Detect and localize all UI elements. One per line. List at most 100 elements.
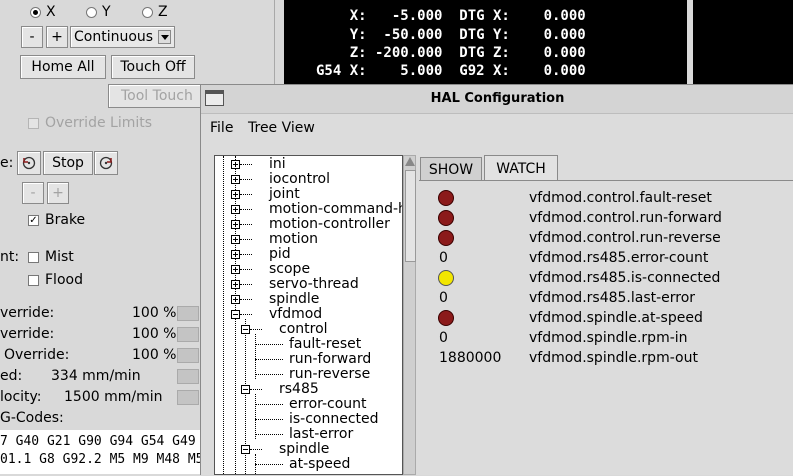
expand-icon[interactable]: [231, 175, 240, 184]
watch-row: vfdmod.control.run-reverse: [419, 228, 793, 248]
override-limits-checkbox[interactable]: Override Limits: [28, 115, 152, 131]
tree-node[interactable]: error-count: [289, 397, 367, 412]
tree-connector: [240, 269, 252, 270]
hal-tree[interactable]: ini iocontrol joint motion-command-ha mo…: [214, 155, 403, 475]
jog-speed-slider[interactable]: [177, 369, 199, 384]
feed-override-label: verride:: [0, 305, 55, 321]
tree-node[interactable]: scope: [269, 262, 310, 277]
tool-touch-button[interactable]: Tool Touch: [108, 84, 208, 108]
spindle-stop-button[interactable]: Stop: [43, 151, 93, 175]
expand-icon[interactable]: [231, 160, 240, 169]
tree-connector: [255, 394, 256, 439]
tree-node[interactable]: motion-command-ha: [269, 202, 402, 217]
tree-node[interactable]: spindle: [279, 442, 329, 457]
gcodes-label: G-Codes:: [0, 410, 64, 426]
jog-plus-button[interactable]: +: [46, 26, 68, 48]
expand-icon[interactable]: [231, 235, 240, 244]
tree-node[interactable]: motion: [269, 232, 318, 247]
tree-node[interactable]: control: [279, 322, 328, 337]
scroll-up-icon[interactable]: [405, 157, 415, 166]
jog-speed-label: ed:: [0, 368, 23, 384]
tree-connector: [250, 389, 262, 390]
dro-line-y: Y: -50.000 DTG Y: 0.000: [316, 27, 586, 43]
home-all-button[interactable]: Home All: [20, 55, 106, 79]
tree-node[interactable]: run-forward: [289, 352, 371, 367]
menu-file[interactable]: File: [210, 120, 233, 136]
feed-override-value: 100 %: [132, 305, 177, 321]
expand-icon[interactable]: [231, 190, 240, 199]
touch-off-button[interactable]: Touch Off: [111, 55, 195, 79]
feed-override-slider[interactable]: [177, 306, 199, 321]
tree-node[interactable]: rs485: [279, 382, 319, 397]
max-velocity-slider[interactable]: [177, 390, 199, 405]
rapid-override-label: verride:: [0, 326, 55, 342]
spindle-forward-button[interactable]: [94, 151, 118, 175]
tree-connector: [255, 434, 283, 435]
menu-tree-view[interactable]: Tree View: [248, 120, 315, 136]
jog-increment-select[interactable]: Continuous: [70, 26, 175, 48]
mist-checkbox[interactable]: Mist: [28, 249, 74, 265]
tree-node[interactable]: spindle: [269, 292, 319, 307]
spindle-faster-button[interactable]: +: [47, 182, 69, 204]
tree-connector: [240, 164, 252, 165]
watch-pin-name: vfdmod.spindle.rpm-in: [529, 330, 688, 346]
tab-show[interactable]: SHOW: [420, 157, 482, 181]
axis-radio-x[interactable]: X: [30, 4, 56, 20]
tree-node[interactable]: fault-reset: [289, 337, 361, 352]
tree-node[interactable]: motion-controller: [269, 217, 390, 232]
expand-icon[interactable]: [231, 250, 240, 259]
tree-node[interactable]: at-speed: [289, 457, 350, 472]
scrollbar-thumb[interactable]: [405, 170, 416, 262]
watch-pin-name: vfdmod.spindle.at-speed: [529, 310, 703, 326]
tree-connector: [255, 334, 256, 379]
tree-node[interactable]: is-connected: [289, 412, 379, 427]
watch-pin-name: vfdmod.control.run-reverse: [529, 230, 721, 246]
collapse-icon[interactable]: [241, 385, 250, 394]
window-titlebar[interactable]: HAL Configuration: [201, 85, 793, 114]
axis-radio-z[interactable]: Z: [142, 4, 168, 20]
tab-watch[interactable]: WATCH: [484, 155, 558, 181]
tree-node[interactable]: run-reverse: [289, 367, 370, 382]
pin-on-led-icon: [438, 270, 454, 286]
collapse-icon[interactable]: [231, 310, 240, 319]
tree-connector: [255, 374, 283, 375]
brake-checkbox[interactable]: ✓ Brake: [28, 212, 85, 228]
spindle-slower-button[interactable]: -: [22, 182, 44, 204]
watch-pin-value: 0: [439, 290, 448, 306]
rotate-ccw-icon: [22, 156, 36, 170]
expand-icon[interactable]: [231, 205, 240, 214]
spindle-label: e:: [0, 155, 14, 171]
tree-node[interactable]: vfdmod: [269, 307, 322, 322]
spindle-override-slider[interactable]: [177, 348, 199, 363]
tree-node[interactable]: iocontrol: [269, 172, 330, 187]
spindle-reverse-button[interactable]: [17, 151, 41, 175]
radio-indicator: [86, 6, 97, 18]
axis-radio-y[interactable]: Y: [86, 4, 111, 20]
watch-row: vfdmod.rs485.is-connected: [419, 268, 793, 288]
tree-node[interactable]: servo-thread: [269, 277, 359, 292]
watch-row: 1880000 vfdmod.spindle.rpm-out: [419, 348, 793, 368]
tree-connector: [240, 239, 252, 240]
expand-icon[interactable]: [231, 220, 240, 229]
pin-off-led-icon: [438, 310, 454, 326]
jog-minus-button[interactable]: -: [21, 26, 43, 48]
tree-node[interactable]: joint: [269, 187, 300, 202]
watch-pin-value: 0: [439, 330, 448, 346]
tree-node[interactable]: ini: [269, 157, 286, 172]
tree-scrollbar[interactable]: [403, 155, 416, 475]
watch-row: vfdmod.control.run-forward: [419, 208, 793, 228]
watch-row: 0 vfdmod.rs485.error-count: [419, 248, 793, 268]
expand-icon[interactable]: [231, 265, 240, 274]
tree-connector: [240, 284, 252, 285]
expand-icon[interactable]: [231, 295, 240, 304]
flood-checkbox[interactable]: Flood: [28, 272, 83, 288]
expand-icon[interactable]: [231, 280, 240, 289]
radio-indicator: [30, 6, 41, 18]
checkbox-box: [28, 274, 39, 286]
watch-pin-value: 1880000: [439, 350, 502, 366]
rapid-override-slider[interactable]: [177, 327, 199, 342]
tree-node[interactable]: pid: [269, 247, 291, 262]
tree-node[interactable]: last-error: [289, 427, 353, 442]
collapse-icon[interactable]: [241, 445, 250, 454]
collapse-icon[interactable]: [241, 325, 250, 334]
